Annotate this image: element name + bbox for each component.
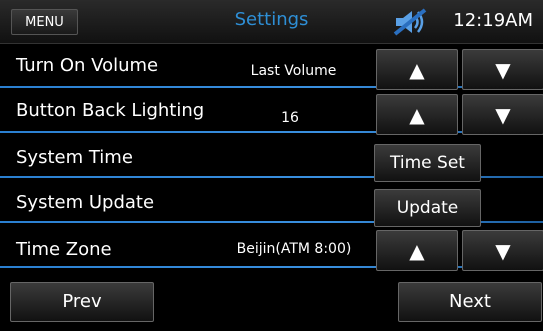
setting-value: Last Volume	[250, 63, 337, 79]
setting-label: Button Back Lighting	[16, 100, 205, 121]
next-button[interactable]: Next	[398, 282, 542, 322]
setting-value: 16	[281, 110, 299, 126]
volume-down-button[interactable]: ▼	[462, 49, 543, 90]
muted-speaker-icon	[393, 8, 427, 36]
setting-label: System Update	[16, 192, 155, 213]
setting-label: Turn On Volume	[16, 55, 159, 76]
setting-label: System Time	[16, 147, 133, 168]
time-set-button[interactable]: Time Set	[374, 144, 481, 182]
setting-label: Time Zone	[16, 239, 112, 260]
title-bar: MENU Settings 12:19AM	[0, 0, 543, 44]
backlight-up-button[interactable]: ▲	[376, 94, 458, 135]
setting-value: Beijin(ATM 8:00)	[236, 241, 352, 257]
backlight-down-button[interactable]: ▼	[462, 94, 543, 135]
update-button[interactable]: Update	[374, 189, 481, 227]
clock: 12:19AM	[453, 10, 533, 31]
prev-button[interactable]: Prev	[10, 282, 154, 322]
time-zone-up-button[interactable]: ▲	[376, 230, 458, 271]
time-zone-down-button[interactable]: ▼	[462, 230, 543, 271]
volume-up-button[interactable]: ▲	[376, 49, 458, 90]
